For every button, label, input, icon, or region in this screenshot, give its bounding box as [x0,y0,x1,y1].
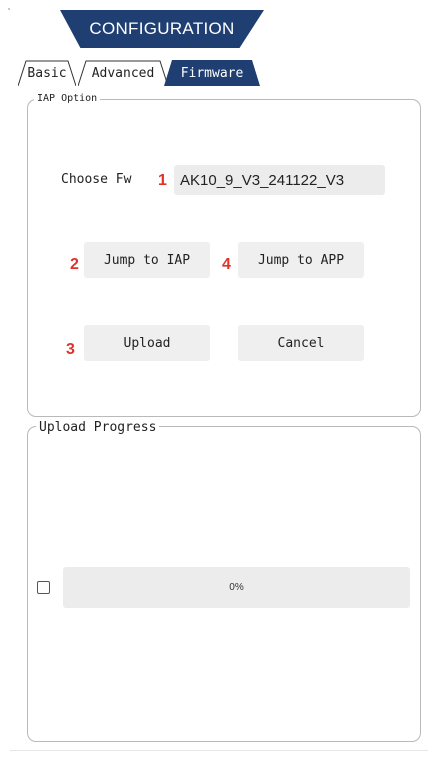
tab-advanced-label: Advanced [91,65,155,81]
page-title: CONFIGURATION [89,19,235,38]
tab-firmware[interactable]: Firmware [164,60,260,86]
progress-checkbox[interactable] [37,581,50,594]
tab-basic-label: Basic [27,65,67,81]
bottom-divider [10,750,428,751]
upload-progress-bar: 0% [63,567,410,608]
tab-basic[interactable]: Basic [18,60,76,86]
upload-progress-title: Upload Progress [36,420,160,435]
cancel-button[interactable]: Cancel [238,325,364,361]
configuration-window: CONFIGURATION Basic Advanced Firmware IA… [0,0,428,758]
firmware-file-field[interactable] [174,165,385,195]
jump-to-app-button[interactable]: Jump to APP [238,242,364,278]
tab-firmware-label: Firmware [180,65,244,81]
step-badge-4: 4 [222,256,231,273]
progress-percent-text: 0% [229,582,244,593]
choose-fw-label: Choose Fw [61,172,132,187]
step-badge-3: 3 [66,341,75,358]
step-badge-1: 1 [158,172,167,189]
upload-button[interactable]: Upload [84,325,210,361]
jump-to-iap-button[interactable]: Jump to IAP [84,242,210,278]
iap-option-title: IAP Option [34,93,101,104]
corner-mark [8,8,10,10]
step-badge-2: 2 [70,256,79,273]
tab-advanced[interactable]: Advanced [78,60,168,86]
